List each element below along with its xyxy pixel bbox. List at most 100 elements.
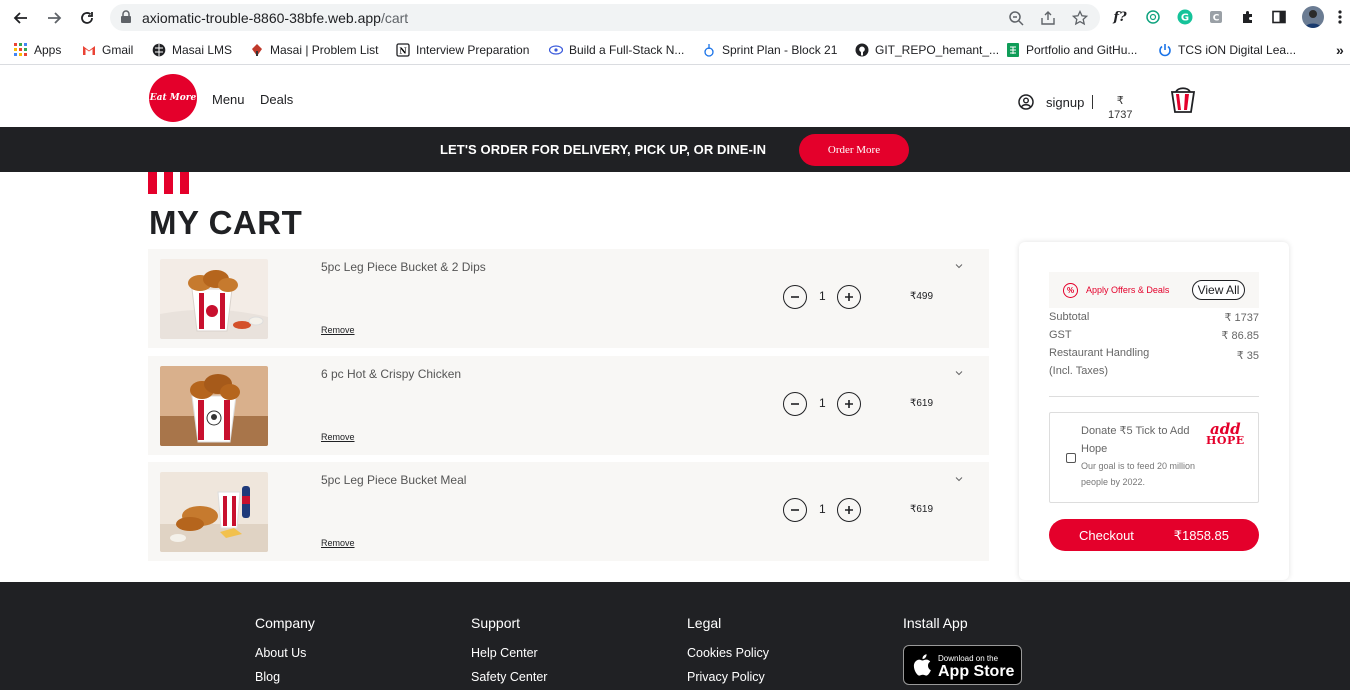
bucket-cart-icon[interactable] [1170,86,1196,114]
decrease-qty-button[interactable] [783,392,807,416]
fx-extension-icon[interactable]: f? [1110,7,1130,27]
item-quantity: 1 [819,289,826,303]
footer-link-blog[interactable]: Blog [255,670,315,684]
percent-icon: % [1063,283,1078,298]
item-price: ₹619 [910,398,934,409]
view-all-offers-button[interactable]: View All [1192,280,1245,300]
forward-button[interactable] [42,6,66,30]
back-button[interactable] [9,6,33,30]
site-footer: Company About Us Blog Support Help Cente… [0,582,1350,690]
promo-bar: LET'S ORDER FOR DELIVERY, PICK UP, OR DI… [0,127,1350,172]
url-text: axiomatic-trouble-8860-38bfe.web.app/car… [142,10,409,26]
sheets-icon [1007,43,1019,57]
order-summary-card: % Apply Offers & Deals View All Subtotal… [1019,242,1289,580]
footer-link-about[interactable]: About Us [255,646,315,660]
add-hope-logo: add HOPE [1206,420,1245,447]
puzzle-icon[interactable] [1238,7,1258,27]
svg-text:N: N [399,46,406,56]
product-image [160,259,268,339]
user-circle-icon [1018,94,1034,110]
bookmark-masai-lms[interactable]: Masai LMS [152,41,232,59]
cart-item: 5pc Leg Piece Bucket Meal Remove 1 ₹619 [148,462,989,561]
cart-total-amount: ₹ 1737 [1108,95,1133,121]
masai-icon [252,44,262,56]
brand-stripe [148,172,157,194]
cart-item: 6 pc Hot & Crispy Chicken Remove 1 ₹619 [148,356,989,455]
openai-extension-icon[interactable] [1143,7,1163,27]
summary-divider [1049,396,1259,397]
item-name: 6 pc Hot & Crispy Chicken [321,367,462,381]
increase-qty-button[interactable] [837,392,861,416]
plus-icon [845,400,853,408]
increase-qty-button[interactable] [837,498,861,522]
apply-offers-row[interactable]: % Apply Offers & Deals View All [1049,272,1259,308]
code-extension-icon[interactable]: C [1206,7,1226,27]
increase-qty-button[interactable] [837,285,861,309]
footer-install-app: Install App [903,615,968,631]
brand-stripe [164,172,173,194]
subtotal-row: Subtotal ₹ 1737 [1049,311,1259,324]
more-bookmarks-button[interactable]: » [1336,41,1344,59]
eat-more-logo[interactable]: Eat More [149,74,197,122]
arrow-left-icon [13,12,27,24]
grammarly-icon[interactable]: G [1175,7,1195,27]
bookmark-gmail[interactable]: Gmail [82,41,133,59]
bookmark-portfolio[interactable]: Portfolio and GitHu... [1006,41,1137,59]
chevron-down-icon[interactable] [955,368,963,379]
page-title: MY CART [149,204,303,241]
footer-support: Support Help Center Safety Center [471,615,548,684]
remove-item-link[interactable]: Remove [321,538,355,548]
remove-item-link[interactable]: Remove [321,432,355,442]
power-icon [1159,44,1171,57]
side-panel-icon[interactable] [1269,7,1289,27]
chevron-down-icon[interactable] [955,261,963,272]
nav-menu-link[interactable]: Menu [212,92,245,107]
header-divider [1092,95,1093,109]
profile-avatar[interactable] [1302,6,1324,28]
zoom-icon[interactable] [1008,10,1024,26]
apply-offers-label: Apply Offers & Deals [1086,285,1170,295]
lock-icon [121,10,131,23]
bookmark-full-stack[interactable]: Build a Full-Stack N... [549,41,684,59]
bookmark-tcs-ion[interactable]: TCS iON Digital Lea... [1158,41,1296,59]
footer-link-safety[interactable]: Safety Center [471,670,547,684]
donate-text: Donate ₹5 Tick to Add Hope [1081,425,1190,455]
item-quantity: 1 [819,396,826,410]
remove-item-link[interactable]: Remove [321,325,355,335]
apps-grid-icon [14,43,27,56]
checkout-button[interactable]: Checkout ₹1858.85 [1049,519,1259,551]
decrease-qty-button[interactable] [783,498,807,522]
star-icon[interactable] [1072,10,1088,26]
promo-text: LET'S ORDER FOR DELIVERY, PICK UP, OR DI… [440,142,767,157]
product-image [160,366,268,446]
apple-icon [913,654,931,676]
bookmark-git-repo[interactable]: GIT_REPO_hemant_... [855,41,999,59]
address-bar[interactable]: axiomatic-trouble-8860-38bfe.web.app/car… [110,4,1100,31]
reload-button[interactable] [75,6,99,30]
bookmark-interview-prep[interactable]: N Interview Preparation [396,41,529,59]
order-more-button[interactable]: Order More [799,134,909,166]
minus-icon [791,403,799,405]
donate-checkbox[interactable] [1066,453,1076,463]
donate-box: Donate ₹5 Tick to Add Hope Our goal is t… [1049,412,1259,503]
footer-legal: Legal Cookies Policy Privacy Policy [687,615,769,684]
app-store-button[interactable]: Download on the App Store [903,645,1022,685]
item-name: 5pc Leg Piece Bucket & 2 Dips [321,260,486,274]
bookmark-masai-problem-list[interactable]: Masai | Problem List [250,41,379,59]
decrease-qty-button[interactable] [783,285,807,309]
signup-link[interactable]: signup [1018,94,1084,110]
nav-deals-link[interactable]: Deals [260,92,293,107]
plus-icon [845,293,853,301]
plus-icon [845,506,853,514]
footer-link-help[interactable]: Help Center [471,646,547,660]
share-icon[interactable] [1040,10,1056,26]
bookmark-sprint-plan[interactable]: Sprint Plan - Block 21 [702,41,837,59]
bookmark-apps[interactable]: Apps [14,41,61,59]
menu-kebab-icon[interactable] [1330,7,1350,27]
donate-subtext: Our goal is to feed 20 million people by… [1081,461,1196,487]
chevron-down-icon[interactable] [955,474,963,485]
bookmarks-bar: Apps Gmail Masai LMS Masai | Problem Lis… [0,35,1350,65]
footer-link-cookies[interactable]: Cookies Policy [687,646,769,660]
footer-link-privacy[interactable]: Privacy Policy [687,670,769,684]
minus-icon [791,296,799,298]
